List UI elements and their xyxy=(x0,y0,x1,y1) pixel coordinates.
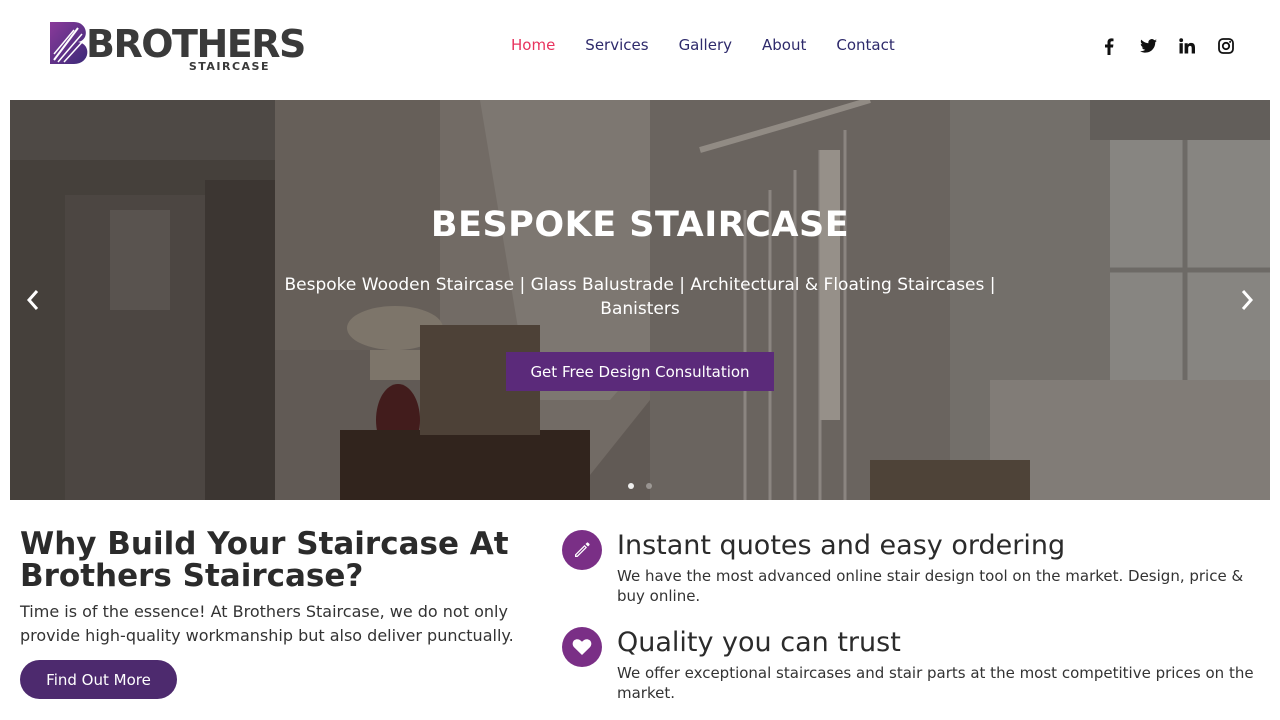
nav-item-services[interactable]: Services xyxy=(585,35,648,55)
find-out-more-button[interactable]: Find Out More xyxy=(20,660,177,699)
hero-title: BESPOKE STAIRCASE xyxy=(430,205,850,245)
feature-quality: Quality you can trust We offer exception… xyxy=(562,627,1272,707)
free-consultation-button[interactable]: Get Free Design Consultation xyxy=(506,352,774,391)
instagram-icon[interactable] xyxy=(1217,36,1235,56)
slider-dots xyxy=(628,483,652,489)
heart-icon xyxy=(562,627,602,667)
nav-item-home[interactable]: Home xyxy=(511,35,555,55)
feature-title: Instant quotes and easy ordering xyxy=(617,530,1066,561)
slider-dot-1[interactable] xyxy=(628,483,634,489)
feature-text: We have the most advanced online stair d… xyxy=(617,567,1244,605)
pencil-icon xyxy=(562,530,602,570)
chevron-left-icon xyxy=(26,290,39,310)
brand-logo[interactable]: BROTHERS STAIRCASE xyxy=(48,18,306,76)
why-section-text: Time is of the essence! At Brothers Stai… xyxy=(20,602,514,645)
nav-item-about[interactable]: About xyxy=(762,35,806,55)
facebook-icon[interactable] xyxy=(1100,36,1118,56)
social-links xyxy=(1100,36,1235,56)
feature-title: Quality you can trust xyxy=(617,627,901,658)
slider-next-arrow[interactable] xyxy=(1235,287,1259,313)
hero-subtitle: Bespoke Wooden Staircase | Glass Balustr… xyxy=(284,275,996,319)
nav-item-contact[interactable]: Contact xyxy=(836,35,894,55)
logo-subtext: STAIRCASE xyxy=(188,60,270,73)
linkedin-icon[interactable] xyxy=(1178,36,1196,56)
why-section-title: Why Build Your Staircase At Brothers Sta… xyxy=(20,526,509,594)
slider-dot-2[interactable] xyxy=(646,483,652,489)
hero-slider: BESPOKE STAIRCASE Bespoke Wooden Stairca… xyxy=(10,100,1270,500)
twitter-icon[interactable] xyxy=(1139,36,1157,56)
feature-instant-quotes: Instant quotes and easy ordering We have… xyxy=(562,530,1272,610)
feature-text: We offer exceptional staircases and stai… xyxy=(617,664,1254,702)
chevron-right-icon xyxy=(1241,290,1254,310)
main-nav: Home Services Gallery About Contact xyxy=(511,35,895,55)
nav-item-gallery[interactable]: Gallery xyxy=(679,35,732,55)
site-header: BROTHERS STAIRCASE Home Services Gallery… xyxy=(0,0,1280,100)
slider-prev-arrow[interactable] xyxy=(21,287,45,313)
